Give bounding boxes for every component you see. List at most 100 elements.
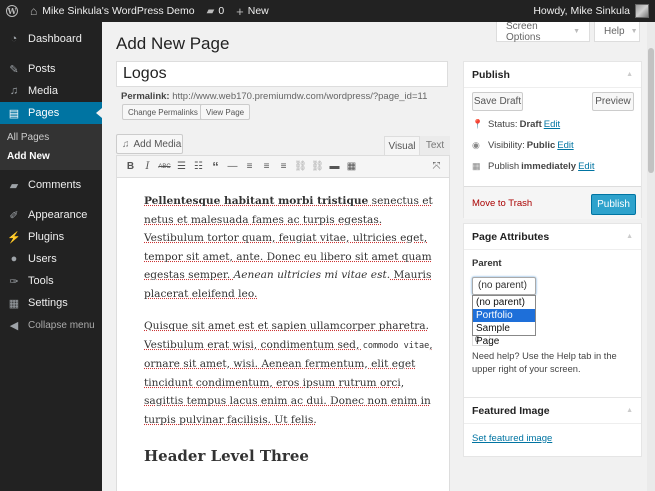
permalink-url: http://www.web170.premiumdw.com/wordpres… (172, 91, 428, 102)
sidebar-item-label: Tools (28, 275, 54, 287)
sidebar-item-dashboard[interactable]: ◔ Dashboard (0, 28, 102, 50)
remove-link-button[interactable]: ⛓ (309, 161, 326, 172)
sidebar-item-settings[interactable]: ▦ Settings (0, 292, 102, 314)
publish-button[interactable]: Publish (591, 194, 636, 215)
collapse-menu-label: Collapse menu (28, 319, 95, 331)
help-button[interactable]: Help ▼ (594, 22, 640, 42)
home-icon: ⌂ (30, 4, 38, 18)
editor-content[interactable]: Pellentesque habitant morbi tristique se… (117, 178, 449, 466)
parent-option[interactable]: (no parent) (473, 296, 535, 309)
paragraph: Pellentesque habitant morbi tristique se… (144, 192, 435, 303)
content-editor[interactable]: B I ABC ☰ ☷ “ — ≡ ≡ ≡ ⛓ ⛓ ▬ ▦ ⤧ Pellente… (116, 155, 450, 491)
site-name-menu[interactable]: ⌂ Mike Sinkula's WordPress Demo (24, 0, 201, 22)
parent-option[interactable]: Sample Page (473, 322, 535, 347)
align-left-button[interactable]: ≡ (241, 161, 258, 172)
sidebar-item-pages[interactable]: ▤ Pages (0, 102, 102, 124)
new-content-menu[interactable]: + New (230, 0, 275, 22)
sidebar-item-appearance[interactable]: ✐ Appearance (0, 204, 102, 226)
visibility-row: ◉ Visibility: Public Edit (472, 140, 574, 151)
add-media-button[interactable]: ♫ Add Media (116, 134, 183, 154)
read-more-button[interactable]: ▬ (326, 161, 343, 172)
italic-button[interactable]: I (139, 161, 156, 172)
parent-label: Parent (472, 258, 502, 269)
parent-select[interactable]: (no parent) (472, 277, 536, 295)
sidebar-item-label: Users (28, 253, 57, 265)
sidebar-item-label: Dashboard (28, 33, 82, 45)
collapse-arrow-icon[interactable]: ▲ (626, 71, 633, 78)
publish-box-header[interactable]: Publish ▲ (464, 62, 641, 88)
paragraph: Quisque sit amet est et sapien ullamcorp… (144, 317, 435, 429)
edit-status-link[interactable]: Edit (544, 119, 560, 130)
parent-option[interactable]: Portfolio (473, 309, 535, 322)
italic-text: Aenean ultricies mi vitae est. (233, 269, 391, 281)
edit-visibility-link[interactable]: Edit (557, 140, 573, 151)
horizontal-line-button[interactable]: — (224, 161, 241, 172)
publish-box: Publish ▲ Save Draft Preview 📍 Status: D… (463, 61, 642, 219)
post-title-input[interactable] (116, 61, 448, 87)
tab-text[interactable]: Text (420, 136, 450, 155)
collapse-menu-button[interactable]: ◀ Collapse menu (0, 314, 102, 336)
edit-publish-date-link[interactable]: Edit (578, 161, 594, 172)
strikethrough-button[interactable]: ABC (156, 164, 173, 170)
sidebar-item-plugins[interactable]: ⚡ Plugins (0, 226, 102, 248)
align-center-button[interactable]: ≡ (258, 161, 275, 172)
collapse-arrow-icon[interactable]: ▲ (626, 407, 633, 414)
screen-options-button[interactable]: Screen Options ▼ (496, 20, 590, 43)
view-page-button[interactable]: View Page (200, 104, 251, 120)
insert-link-button[interactable]: ⛓ (292, 161, 309, 172)
sidebar-item-tools[interactable]: ✑ Tools (0, 270, 102, 292)
publish-label: Publish (488, 161, 520, 172)
tab-visual[interactable]: Visual (384, 136, 420, 155)
move-to-trash-link[interactable]: Move to Trash (472, 198, 532, 209)
sidebar-item-posts[interactable]: ✎ Posts (0, 58, 102, 80)
admin-sidebar: ◔ Dashboard ✎ Posts ♫ Media ▤ Pages All … (0, 22, 102, 491)
settings-icon: ▦ (8, 297, 20, 310)
howdy-text: Howdy, Mike Sinkula (533, 5, 630, 17)
sidebar-item-label: Plugins (28, 231, 65, 243)
pin-icon: ✎ (9, 63, 19, 76)
set-featured-image-link[interactable]: Set featured image (472, 433, 552, 444)
scrollbar[interactable] (647, 22, 655, 491)
bold-button[interactable]: B (122, 161, 139, 172)
align-right-button[interactable]: ≡ (275, 161, 292, 172)
brush-icon: ✐ (9, 209, 19, 222)
save-draft-button[interactable]: Save Draft (472, 92, 523, 111)
toolbar-toggle-button[interactable]: ▦ (343, 161, 360, 172)
bold-text: Pellentesque habitant morbi tristique (144, 195, 369, 207)
change-permalinks-button[interactable]: Change Permalinks (122, 104, 204, 120)
wordpress-logo-icon: W (6, 5, 18, 17)
permalink-row: Permalink: http://www.web170.premiumdw.c… (121, 91, 427, 102)
sidebar-item-comments[interactable]: ▰ Comments (0, 174, 102, 196)
media-icon: ♫ (9, 85, 19, 97)
collapse-arrow-icon: ◀ (9, 319, 19, 332)
users-icon: ● (10, 253, 18, 265)
wrench-icon: ✑ (9, 275, 19, 288)
submenu-all-pages[interactable]: All Pages (0, 128, 102, 147)
sidebar-item-label: Comments (28, 179, 82, 191)
sidebar-item-label: Settings (28, 297, 68, 309)
editor-toolbar: B I ABC ☰ ☷ “ — ≡ ≡ ≡ ⛓ ⛓ ▬ ▦ ⤧ (117, 156, 449, 178)
comment-bubble-icon: ▰ (206, 5, 215, 17)
wp-logo-menu[interactable]: W (0, 0, 24, 22)
preview-button[interactable]: Preview (592, 92, 634, 111)
collapse-arrow-icon[interactable]: ▲ (626, 233, 633, 240)
dashboard-icon: ◔ (10, 33, 18, 45)
sidebar-item-media[interactable]: ♫ Media (0, 80, 102, 102)
help-text: Need help? Use the Help tab in the upper… (472, 351, 617, 374)
scrollbar-thumb[interactable] (648, 48, 654, 173)
featured-image-header[interactable]: Featured Image ▲ (464, 398, 641, 424)
submenu-add-new[interactable]: Add New (0, 147, 102, 166)
blockquote-button[interactable]: “ (207, 159, 224, 174)
sidebar-item-users[interactable]: ● Users (0, 248, 102, 270)
bullet-list-button[interactable]: ☰ (173, 161, 190, 172)
status-label: Status: (488, 119, 518, 130)
my-account-menu[interactable]: Howdy, Mike Sinkula (527, 0, 655, 22)
screen-options-label: Screen Options (506, 20, 541, 43)
page-attributes-header[interactable]: Page Attributes ▲ (464, 224, 641, 250)
plug-icon: ⚡ (7, 231, 21, 244)
fullscreen-icon[interactable]: ⤧ (428, 161, 445, 172)
caret-down-icon: ▼ (573, 28, 580, 35)
status-value: Draft (519, 119, 542, 130)
comments-menu[interactable]: ▰ 0 (201, 0, 231, 22)
numbered-list-button[interactable]: ☷ (190, 161, 207, 172)
